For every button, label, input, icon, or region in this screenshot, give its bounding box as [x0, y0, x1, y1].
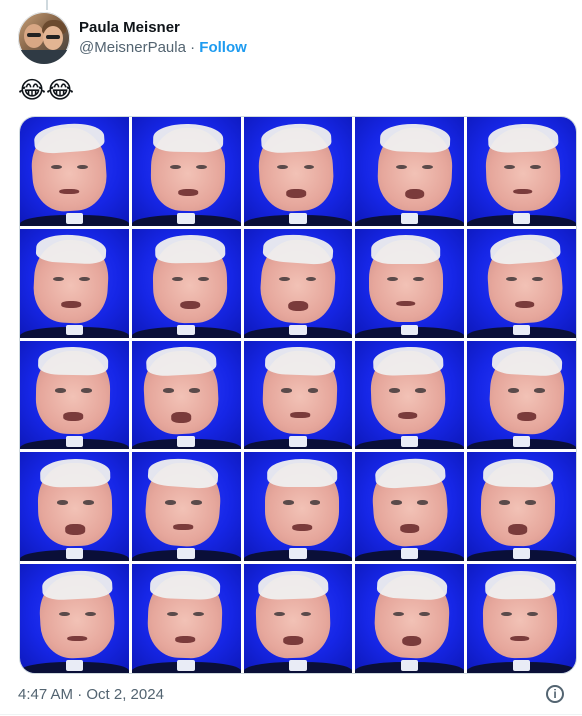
media-photo-tile[interactable]: [243, 340, 353, 450]
media-photo-tile[interactable]: [355, 117, 465, 226]
media-photo-tile[interactable]: [243, 564, 353, 673]
media-photo-tile[interactable]: [355, 564, 465, 673]
media-photo-tile[interactable]: [243, 228, 353, 338]
tweet-header: Paula Meisner @MeisnerPaula · Follow: [18, 12, 247, 64]
follow-button[interactable]: Follow: [199, 39, 247, 56]
media-photo-tile[interactable]: [20, 228, 129, 338]
media-photo-tile[interactable]: [20, 117, 129, 226]
media-photo-tile[interactable]: [467, 564, 576, 673]
media-photo-tile[interactable]: [355, 228, 465, 338]
media-photo-tile[interactable]: [355, 340, 465, 450]
media-photo-tile[interactable]: [131, 452, 241, 562]
tweet-footer: 4:47 AM · Oct 2, 2024 i: [18, 684, 564, 704]
media-photo-tile[interactable]: [20, 452, 129, 562]
author-handle-row: @MeisnerPaula · Follow: [79, 38, 247, 58]
author-info: Paula Meisner @MeisnerPaula · Follow: [79, 18, 247, 58]
info-icon[interactable]: i: [546, 685, 564, 703]
media-photo-tile[interactable]: [355, 452, 465, 562]
divider: [0, 714, 582, 715]
media-photo-tile[interactable]: [467, 117, 576, 226]
media-photo-tile[interactable]: [131, 564, 241, 673]
media-photo-tile[interactable]: [131, 117, 241, 226]
tweet-timestamp[interactable]: 4:47 AM · Oct 2, 2024: [18, 686, 164, 703]
media-photo-tile[interactable]: [20, 340, 129, 450]
handle-separator: ·: [185, 39, 200, 56]
media-photo-tile[interactable]: [131, 340, 241, 450]
thread-connector-line: [46, 0, 48, 10]
media-photo-tile[interactable]: [467, 228, 576, 338]
tweet-text: 😂😂: [18, 76, 75, 104]
author-handle[interactable]: @MeisnerPaula: [79, 39, 186, 56]
media-photo-tile[interactable]: [243, 117, 353, 226]
media-photo-tile[interactable]: [467, 340, 576, 450]
media-photo-tile[interactable]: [20, 564, 129, 673]
media-photo-tile[interactable]: [467, 452, 576, 562]
avatar[interactable]: [18, 12, 70, 64]
author-display-name[interactable]: Paula Meisner: [79, 18, 247, 38]
media-photo-tile[interactable]: [131, 228, 241, 338]
tweet-media-grid[interactable]: [19, 116, 577, 674]
media-photo-tile[interactable]: [243, 452, 353, 562]
